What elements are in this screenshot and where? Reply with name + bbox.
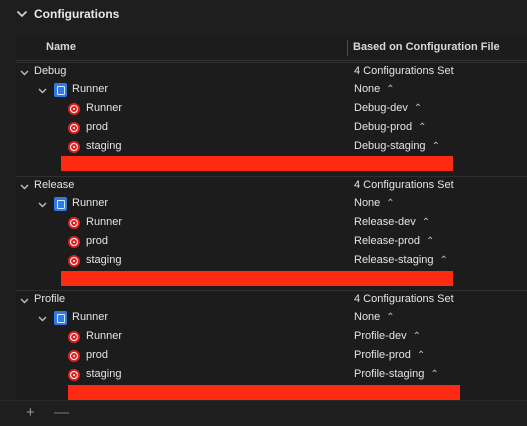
updown-chevron-icon: ⌃: [431, 141, 440, 152]
xcode-project-icon: [54, 197, 67, 211]
target-icon: [68, 331, 80, 343]
target-name: staging: [86, 140, 122, 152]
target-icon: [68, 236, 80, 248]
config-file-select[interactable]: None ⌃: [354, 311, 395, 323]
target-name: prod: [86, 235, 109, 247]
target-icon: [68, 369, 80, 381]
target-row[interactable]: Runner Release-dev ⌃: [16, 214, 527, 233]
updown-chevron-icon: ⌃: [416, 350, 426, 361]
group-summary: 4 Configurations Set: [354, 179, 454, 191]
disclosure-chevron-icon[interactable]: [20, 296, 29, 305]
target-icon: [68, 103, 80, 115]
configurations-table: Name Based on Configuration File Debug 4…: [16, 36, 527, 400]
project-name: Runner: [72, 197, 109, 209]
group-name: Release: [34, 179, 75, 191]
group-row-debug[interactable]: Debug 4 Configurations Set: [16, 62, 527, 82]
target-icon: [68, 255, 80, 267]
disclosure-chevron-icon[interactable]: [38, 314, 47, 323]
chevron-down-icon[interactable]: [16, 8, 28, 20]
xcode-project-icon: [54, 83, 67, 97]
updown-chevron-icon: ⌃: [426, 236, 435, 247]
updown-chevron-icon: ⌃: [430, 369, 439, 380]
target-name: Runner: [86, 216, 123, 228]
redaction-bar: [61, 271, 453, 286]
project-name: Runner: [72, 83, 109, 95]
column-divider[interactable]: [347, 40, 348, 56]
target-icon: [68, 141, 80, 153]
group-name: Profile: [34, 293, 66, 305]
target-row[interactable]: prod Debug-prod ⌃: [16, 119, 527, 138]
config-file-select[interactable]: Profile-dev ⌃: [354, 330, 421, 342]
redaction-bar: [68, 385, 460, 400]
xcode-project-icon: [54, 311, 67, 325]
target-name: prod: [86, 121, 109, 133]
table-footer: + —: [0, 400, 527, 426]
target-icon: [68, 350, 80, 362]
config-file-select[interactable]: Release-dev ⌃: [354, 216, 430, 228]
updown-chevron-icon: ⌃: [418, 122, 427, 133]
target-name: Runner: [86, 102, 123, 114]
target-row[interactable]: staging Release-staging ⌃: [16, 252, 527, 271]
updown-chevron-icon: ⌃: [386, 312, 395, 323]
group-summary: 4 Configurations Set: [354, 65, 454, 77]
group-name: Debug: [34, 65, 67, 77]
project-name: Runner: [72, 311, 109, 323]
config-file-select[interactable]: Release-prod ⌃: [354, 235, 434, 247]
updown-chevron-icon: ⌃: [412, 331, 421, 342]
configurations-section-header[interactable]: Configurations: [0, 0, 527, 30]
section-title: Configurations: [34, 7, 120, 21]
column-name-header[interactable]: Name: [46, 41, 76, 53]
target-name: Runner: [86, 330, 123, 342]
target-row[interactable]: Runner Debug-dev ⌃: [16, 100, 527, 119]
updown-chevron-icon: ⌃: [421, 217, 431, 228]
config-file-select[interactable]: Release-staging ⌃: [354, 254, 448, 266]
updown-chevron-icon: ⌃: [386, 84, 395, 95]
disclosure-chevron-icon[interactable]: [20, 68, 29, 77]
config-file-select[interactable]: Profile-prod ⌃: [354, 349, 425, 361]
group-summary: 4 Configurations Set: [354, 293, 454, 305]
target-row[interactable]: staging Debug-staging ⌃: [16, 138, 527, 157]
project-row[interactable]: Runner None ⌃: [16, 195, 527, 214]
config-file-select[interactable]: Debug-prod ⌃: [354, 121, 426, 133]
disclosure-chevron-icon[interactable]: [38, 200, 47, 209]
target-icon: [68, 217, 80, 229]
config-file-select[interactable]: Debug-dev ⌃: [354, 102, 422, 114]
column-header: Name Based on Configuration File: [16, 36, 527, 61]
target-row[interactable]: staging Profile-staging ⌃: [16, 366, 527, 385]
disclosure-chevron-icon[interactable]: [20, 182, 29, 191]
config-file-select[interactable]: Profile-staging ⌃: [354, 368, 439, 380]
target-row[interactable]: prod Release-prod ⌃: [16, 233, 527, 252]
disclosure-chevron-icon[interactable]: [38, 86, 47, 95]
group-row-release[interactable]: Release 4 Configurations Set: [16, 176, 527, 196]
updown-chevron-icon: ⌃: [439, 255, 448, 266]
config-file-select[interactable]: Debug-staging ⌃: [354, 140, 440, 152]
updown-chevron-icon: ⌃: [386, 198, 395, 209]
config-file-select[interactable]: None ⌃: [354, 83, 395, 95]
target-name: staging: [86, 254, 122, 266]
target-name: prod: [86, 349, 109, 361]
remove-configuration-button[interactable]: —: [54, 404, 69, 421]
target-name: staging: [86, 368, 122, 380]
add-configuration-button[interactable]: +: [26, 404, 35, 421]
redaction-bar: [61, 156, 453, 171]
project-row[interactable]: Runner None ⌃: [16, 81, 527, 100]
target-row[interactable]: Runner Profile-dev ⌃: [16, 328, 527, 347]
group-row-profile[interactable]: Profile 4 Configurations Set: [16, 290, 527, 310]
config-file-select[interactable]: None ⌃: [354, 197, 395, 209]
target-icon: [68, 122, 80, 134]
target-row[interactable]: prod Profile-prod ⌃: [16, 347, 527, 366]
project-row[interactable]: Runner None ⌃: [16, 309, 527, 328]
updown-chevron-icon: ⌃: [413, 103, 423, 114]
column-based-on-header[interactable]: Based on Configuration File: [353, 41, 500, 53]
